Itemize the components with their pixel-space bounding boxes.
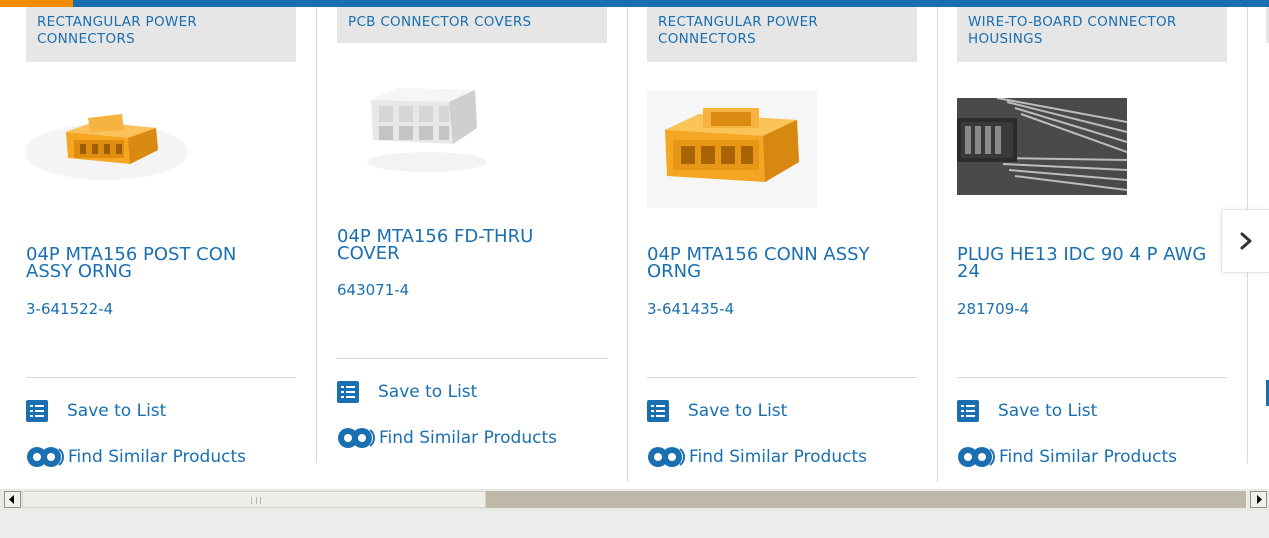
save-to-list-button[interactable]: Save to List	[957, 400, 1097, 422]
save-to-list-label: Save to List	[998, 401, 1098, 421]
part-number[interactable]: 643071-4	[337, 281, 409, 299]
part-number[interactable]: 3-641435-4	[647, 300, 734, 318]
horizontal-scrollbar[interactable]	[0, 489, 1269, 511]
category-label[interactable]: WIRE-TO-BOARD CONNECTOR HOUSINGS	[957, 7, 1227, 62]
product-card: RECTANGULAR POWER CONNECTORS 04P MTA156 …	[647, 7, 938, 489]
divider	[647, 377, 917, 378]
footer-area	[0, 511, 1269, 538]
checklist-icon	[337, 381, 359, 403]
product-image[interactable]	[357, 70, 507, 180]
divider	[957, 377, 1227, 378]
save-to-list-label: Save to List	[688, 401, 788, 421]
category-label[interactable]: PCB CONNECTOR COVERS	[337, 7, 607, 43]
find-similar-button[interactable]: Find Similar Products	[26, 444, 246, 470]
product-title[interactable]: 04P MTA156 CONN ASSY ORNG	[647, 246, 907, 281]
top-accent-bar	[0, 0, 1269, 7]
product-title[interactable]: PLUG HE13 IDC 90 4 P AWG 24	[957, 246, 1217, 281]
find-similar-label: Find Similar Products	[689, 447, 867, 467]
arrow-right-icon	[1257, 495, 1262, 504]
product-image[interactable]	[26, 102, 191, 192]
find-similar-button[interactable]: Find Similar Products	[647, 444, 867, 470]
gears-icon	[647, 444, 689, 470]
gears-icon	[26, 444, 68, 470]
card-separator	[627, 7, 628, 482]
save-to-list-button[interactable]: Save to List	[337, 381, 477, 403]
part-number[interactable]: 281709-4	[957, 300, 1029, 318]
save-to-list-label: Save to List	[67, 401, 167, 421]
find-similar-label: Find Similar Products	[999, 447, 1177, 467]
category-label[interactable]: RECTANGULAR POWER CONNECTORS	[647, 7, 917, 62]
product-carousel: RECTANGULAR POWER CONNECTORS 04P MTA156 …	[0, 7, 1269, 489]
thumb-grip	[251, 497, 261, 504]
save-to-list-button[interactable]: Save to List	[647, 400, 787, 422]
scroll-right-button[interactable]	[1250, 491, 1267, 508]
divider	[337, 358, 607, 359]
part-number[interactable]: 3-641522-4	[26, 300, 113, 318]
card-separator	[316, 7, 317, 463]
checklist-icon	[957, 400, 979, 422]
arrow-left-icon	[9, 495, 14, 504]
product-title[interactable]: 04P MTA156 FD-THRU COVER	[337, 228, 597, 263]
product-image[interactable]	[957, 98, 1127, 195]
carousel-next-button[interactable]	[1221, 209, 1269, 273]
find-similar-button[interactable]: Find Similar Products	[957, 444, 1177, 470]
find-similar-button[interactable]: Find Similar Products	[337, 425, 557, 451]
save-to-list-label: Save to List	[378, 382, 478, 402]
category-label[interactable]: RECTANGULAR POWER CONNECTORS	[26, 7, 296, 62]
product-title[interactable]: 04P MTA156 POST CON ASSY ORNG	[26, 246, 286, 281]
chevron-right-icon	[1240, 232, 1251, 250]
gears-icon	[337, 425, 379, 451]
scroll-track-remaining[interactable]	[486, 491, 1246, 508]
divider	[26, 377, 296, 378]
checklist-icon	[647, 400, 669, 422]
find-similar-label: Find Similar Products	[379, 428, 557, 448]
product-card: RECTANGULAR POWER CONNECTORS 04P MTA156 …	[26, 7, 317, 489]
top-accent-segment	[0, 0, 73, 7]
scroll-left-button[interactable]	[4, 491, 21, 508]
find-similar-label: Find Similar Products	[68, 447, 246, 467]
gears-icon	[957, 444, 999, 470]
card-separator	[937, 7, 938, 482]
product-image[interactable]	[647, 90, 817, 208]
product-card: WIRE-TO-BOARD CONNECTOR HOUSINGS PLUG HE…	[957, 7, 1248, 489]
scroll-thumb[interactable]	[22, 491, 486, 508]
product-card: PCB CONNECTOR COVERS 04P MTA156 FD-THRU …	[337, 7, 628, 489]
save-to-list-button[interactable]: Save to List	[26, 400, 166, 422]
checklist-icon	[26, 400, 48, 422]
